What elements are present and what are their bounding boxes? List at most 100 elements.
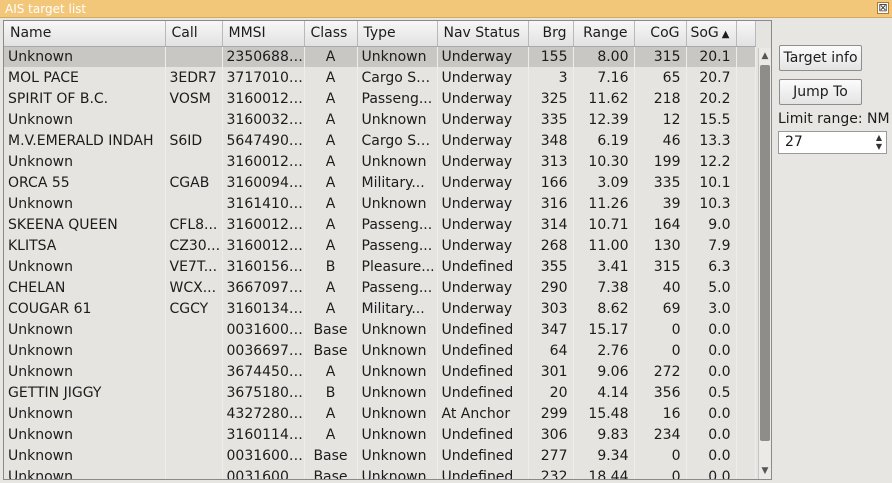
cell-mmsi: 003160096 (222, 319, 305, 340)
sort-ascending-icon: ▲ (721, 29, 730, 41)
cell-brg: 20 (528, 382, 574, 403)
limit-range-spinbox[interactable]: 27 ▲ ▼ (778, 131, 887, 154)
cell-class: Base (304, 319, 358, 340)
cell-call: CGCY (165, 298, 223, 319)
column-header-nav-status[interactable]: Nav Status (437, 21, 529, 47)
cell-sog: 0.0 (686, 445, 737, 466)
cell-sog: 15.5 (686, 109, 737, 130)
cell-cog: 272 (634, 361, 687, 382)
cell-call: VOSM (165, 88, 223, 109)
cell-cog: 335 (634, 172, 687, 193)
cell-type: Passeng... (357, 277, 438, 298)
cell-class: A (304, 151, 358, 172)
scroll-down-icon[interactable]: ▼ (759, 465, 771, 477)
column-header-call[interactable]: Call (165, 21, 223, 47)
table-row[interactable]: Unknown 316011407 A Unknown Undefined 306 9.83… (4, 424, 756, 445)
table-row[interactable]: Unknown VE7T... 316015655 B Pleasure... Undef… (4, 256, 756, 277)
table-row[interactable]: SKEENA QUEEN CFL8... 316001267 A Passeng... U… (4, 214, 756, 235)
cell-call (165, 319, 223, 340)
cell-range: 6.19 (573, 130, 635, 151)
column-header-class[interactable]: Class (304, 21, 358, 47)
cell-type: Unknown (357, 361, 438, 382)
cell-class: A (304, 193, 358, 214)
table-row[interactable]: Unknown 003669706 Base Unknown Undefined 64 2.… (4, 340, 756, 361)
cell-range: 8.62 (573, 298, 635, 319)
table-row[interactable]: Unknown 003160096 Base Unknown Undefined 347 1… (4, 319, 756, 340)
table-row[interactable]: Unknown 316003289 A Unknown Underway 335 12.39… (4, 109, 756, 130)
cell-spacer (736, 424, 756, 445)
jump-to-button[interactable]: Jump To (779, 79, 862, 105)
column-header-label: Type (363, 25, 396, 42)
cell-range: 9.06 (573, 361, 635, 382)
table-row[interactable]: Unknown 003160095 Base Unknown Undefined 277 9… (4, 445, 756, 466)
table-row[interactable]: CHELAN WCX... 366709770 A Passeng... Underway… (4, 277, 756, 298)
cell-type: Unknown (357, 109, 438, 130)
cell-class: A (304, 130, 358, 151)
cell-brg: 303 (528, 298, 574, 319)
cell-nav-status: Undefined (437, 361, 529, 382)
table-row[interactable]: MOL PACE 3EDR7 371701000 A Cargo Sh... Underw… (4, 67, 756, 88)
cell-cog: 164 (634, 214, 687, 235)
cell-range: 18.44 (573, 466, 635, 479)
cell-name: SPIRIT OF B.C. (4, 88, 166, 109)
close-icon[interactable]: ⊠ (877, 2, 889, 14)
scroll-thumb[interactable] (760, 65, 770, 441)
cell-type: Pleasure... (357, 256, 438, 277)
column-header-spacer[interactable] (736, 21, 756, 47)
table-row[interactable]: Unknown 235068859 A Unknown Underway 155 8.00 3… (4, 46, 756, 67)
column-header-brg[interactable]: Brg (528, 21, 574, 47)
table-row[interactable]: Unknown 003160094 Base Unknown Undefined 232 1… (4, 466, 756, 479)
cell-nav-status: Underway (437, 67, 529, 88)
cell-class: A (304, 214, 358, 235)
cell-brg: 301 (528, 361, 574, 382)
cell-spacer (736, 214, 756, 235)
cell-name: Unknown (4, 340, 166, 361)
cell-class: A (304, 67, 358, 88)
table-row[interactable]: M.V.EMERALD INDAH S6ID 564749000 A Cargo Sh.… (4, 130, 756, 151)
table-row[interactable]: Unknown 316141000 A Unknown Underway 316 11.26… (4, 193, 756, 214)
table-row[interactable]: ORCA 55 CGAB 316009418 A Military... Underway… (4, 172, 756, 193)
cell-brg: 64 (528, 340, 574, 361)
cell-range: 15.48 (573, 403, 635, 424)
cell-nav-status: Undefined (437, 424, 529, 445)
column-header-label: Call (171, 25, 198, 42)
cell-spacer (736, 361, 756, 382)
table-row[interactable]: COUGAR 61 CGCY 316013411 A Military... Underw… (4, 298, 756, 319)
cell-brg: 348 (528, 130, 574, 151)
column-header-range[interactable]: Range (573, 21, 635, 47)
scroll-up-icon[interactable]: ▲ (759, 50, 771, 62)
cell-range: 2.76 (573, 340, 635, 361)
cell-mmsi: 003160095 (222, 445, 305, 466)
table-row[interactable]: Unknown 316001238 A Unknown Underway 313 10.30… (4, 151, 756, 172)
table-row[interactable]: KLITSA CZ30... 316001235 A Passeng... Underwa… (4, 235, 756, 256)
column-header-type[interactable]: Type (357, 21, 438, 47)
cell-class: A (304, 403, 358, 424)
cell-class: A (304, 298, 358, 319)
cell-nav-status: Undefined (437, 382, 529, 403)
cell-sog: 0.0 (686, 424, 737, 445)
target-info-button[interactable]: Target info (779, 45, 862, 71)
cell-name: CHELAN (4, 277, 166, 298)
cell-range: 7.38 (573, 277, 635, 298)
column-header-sog[interactable]: SoG ▲ (686, 21, 737, 47)
cell-cog: 39 (634, 193, 687, 214)
cell-range: 11.62 (573, 88, 635, 109)
table-row[interactable]: SPIRIT OF B.C. VOSM 316001268 A Passeng... Un… (4, 88, 756, 109)
column-header-name[interactable]: Name (4, 21, 166, 47)
cell-type: Unknown (357, 319, 438, 340)
limit-range-value[interactable]: 27 (785, 134, 803, 150)
cell-call (165, 361, 223, 382)
table-row[interactable]: Unknown 367445050 A Unknown Undefined 301 9.06… (4, 361, 756, 382)
column-header-cog[interactable]: CoG (634, 21, 687, 47)
spin-down-icon[interactable]: ▼ (873, 142, 885, 152)
cell-sog: 13.3 (686, 130, 737, 151)
cell-brg: 313 (528, 151, 574, 172)
cell-nav-status: Underway (437, 235, 529, 256)
table-row[interactable]: GETTIN JIGGY 367518030 B Unknown Undefined 20… (4, 382, 756, 403)
cell-sog: 0.0 (686, 361, 737, 382)
cell-spacer (736, 130, 756, 151)
table-row[interactable]: Unknown 432728000 A Unknown At Anchor 299 15.4… (4, 403, 756, 424)
column-header-mmsi[interactable]: MMSI (222, 21, 305, 47)
vertical-scrollbar[interactable]: ▲ ▼ (758, 48, 771, 479)
cell-cog: 0 (634, 319, 687, 340)
